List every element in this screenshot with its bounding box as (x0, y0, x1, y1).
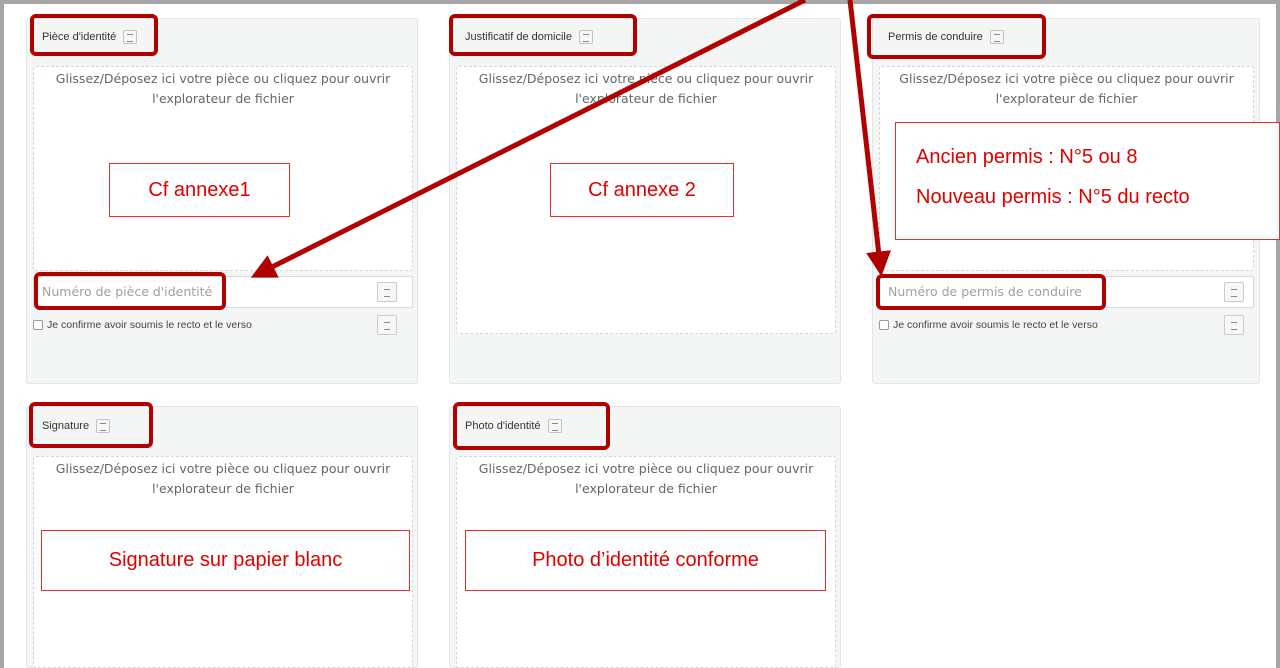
arrow-to-id-number (250, 0, 807, 278)
annotation-arrows (250, 0, 892, 278)
arrow-to-permis-number (847, 0, 892, 277)
